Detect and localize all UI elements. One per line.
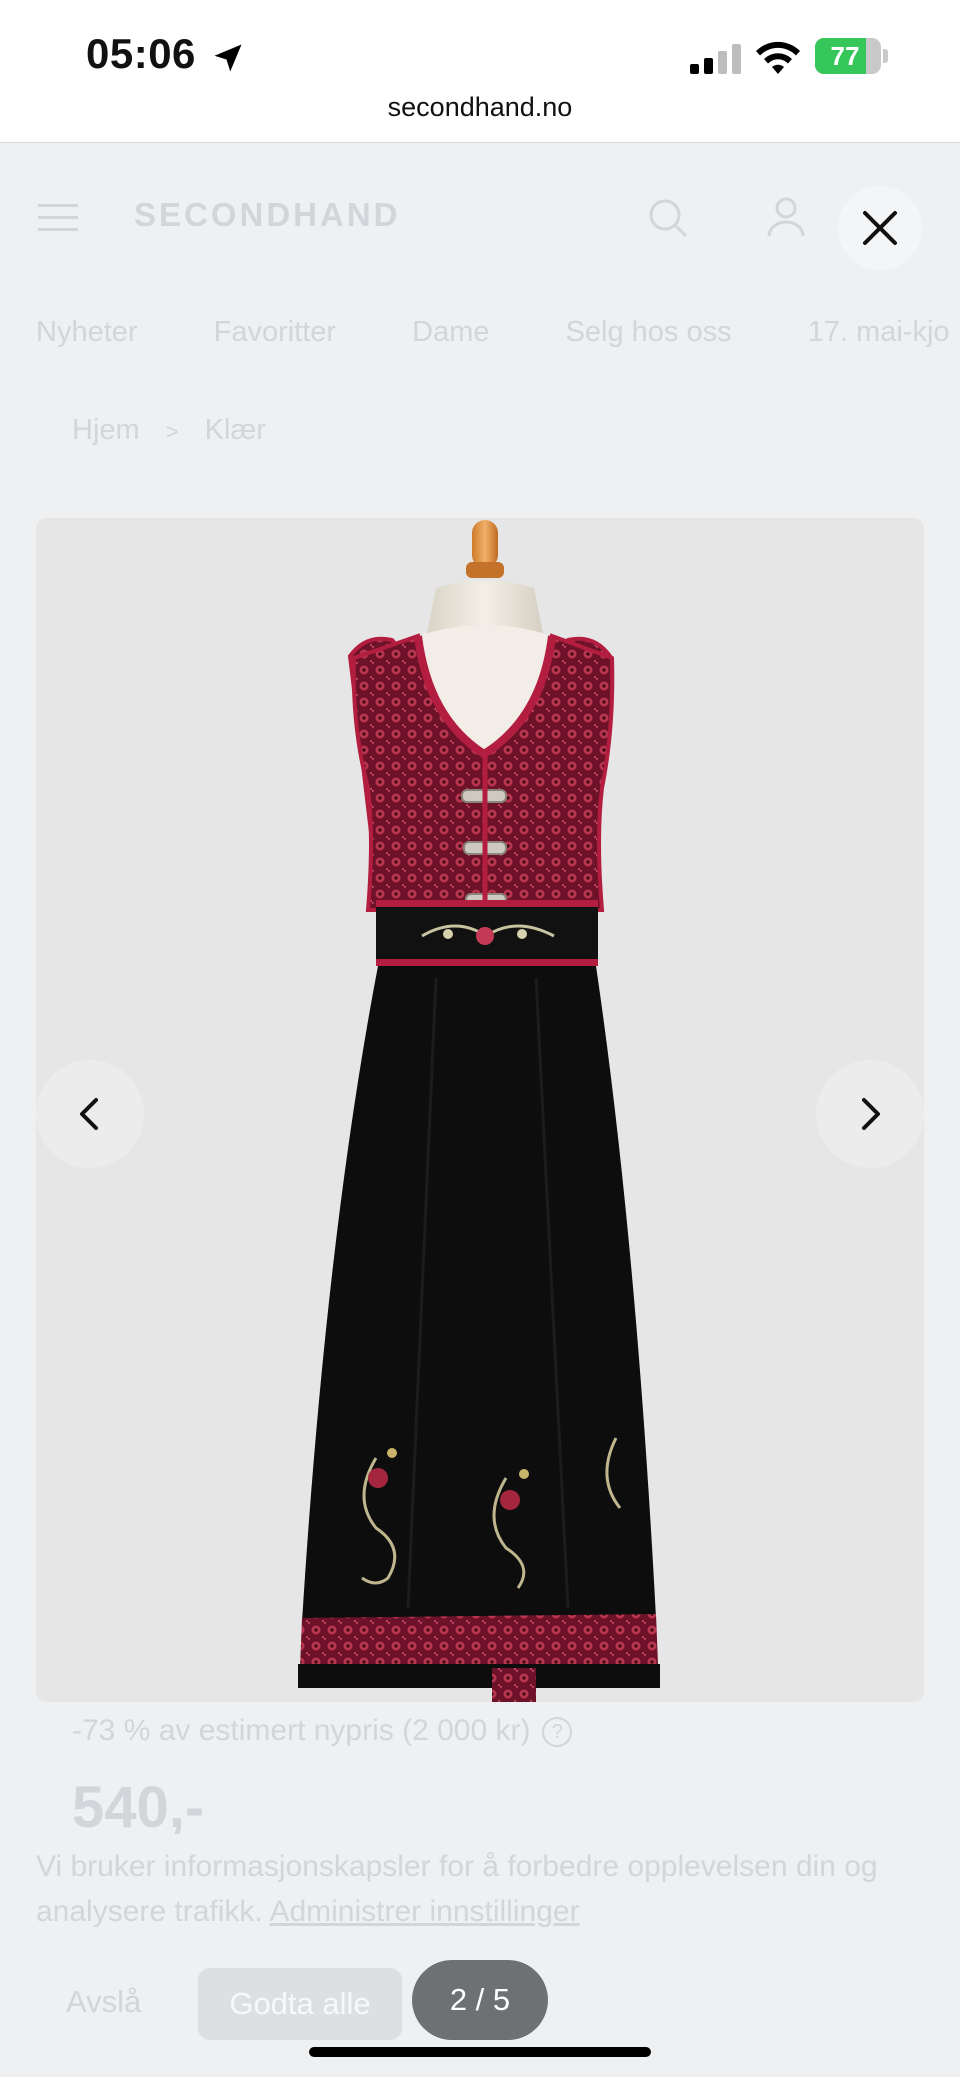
close-icon bbox=[863, 211, 897, 245]
info-icon: ? bbox=[542, 1717, 573, 1748]
nav-item: Nyheter bbox=[36, 316, 138, 348]
nav-item: 17. mai-kjo bbox=[807, 316, 950, 348]
next-image-button[interactable] bbox=[816, 1060, 924, 1168]
address-bar-url[interactable]: secondhand.no bbox=[0, 92, 960, 123]
menu-icon bbox=[38, 204, 78, 232]
clock: 05:06 bbox=[86, 30, 196, 77]
previous-image-button[interactable] bbox=[36, 1060, 144, 1168]
close-button[interactable] bbox=[838, 186, 922, 270]
site-logo: SECONDHAND bbox=[134, 196, 401, 233]
wifi-icon bbox=[756, 41, 800, 74]
nav-item: Favoritter bbox=[213, 316, 337, 348]
cellular-signal-icon bbox=[690, 44, 741, 74]
breadcrumb-item: Hjem bbox=[72, 414, 140, 446]
breadcrumb-separator: > bbox=[165, 419, 179, 444]
cookie-accept-button: Godta alle bbox=[198, 1968, 402, 2040]
cookie-banner-text: Vi bruker informasjonskapsler for å forb… bbox=[36, 1844, 926, 1934]
breadcrumb-item: Klær bbox=[204, 414, 266, 446]
location-arrow-icon bbox=[214, 44, 242, 72]
product-image-viewer[interactable] bbox=[36, 518, 924, 1702]
search-icon bbox=[649, 199, 688, 238]
price: 540,- bbox=[72, 1775, 205, 1834]
chevron-left-icon bbox=[80, 1098, 98, 1130]
product-image bbox=[36, 518, 924, 1702]
account-icon bbox=[767, 197, 805, 237]
status-bar: 05:06 77 secondhand.no bbox=[0, 0, 960, 143]
home-indicator bbox=[309, 2047, 651, 2057]
nav-item: Selg hos oss bbox=[565, 316, 732, 348]
discount-text: -73 % av estimert nypris (2 000 kr)? bbox=[72, 1714, 573, 1748]
chevron-right-icon bbox=[862, 1098, 880, 1130]
battery-percent: 77 bbox=[830, 41, 860, 71]
image-counter: 2 / 5 bbox=[412, 1960, 548, 2040]
cookie-decline-button: Avslå bbox=[66, 1984, 142, 2019]
main-nav: Nyheter Favoritter Dame Selg hos oss 17.… bbox=[36, 316, 960, 349]
discount-label: -73 % av estimert nypris (2 000 kr) bbox=[72, 1714, 531, 1747]
battery-indicator: 77 bbox=[815, 38, 889, 74]
nav-item: Dame bbox=[412, 316, 490, 348]
breadcrumb: Hjem > Klær bbox=[72, 414, 266, 447]
cookie-settings-link: Administrer innstillinger bbox=[269, 1895, 580, 1928]
